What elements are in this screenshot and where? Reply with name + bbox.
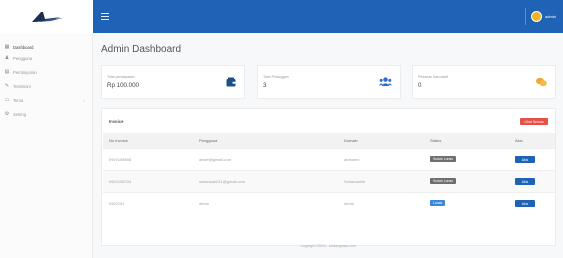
invoice-number: INV0158698 <box>109 157 132 162</box>
action-button[interactable]: Aksi <box>515 178 535 185</box>
table-header: No Invoice Pengguna Domain Status Aksi <box>103 133 555 148</box>
user-email: demo <box>199 201 210 206</box>
domain-name: demo <box>344 201 355 206</box>
payment-icon: ▤ <box>4 69 10 75</box>
stat-card-customers: Total Pelanggan 3 <box>257 65 401 99</box>
sidebar-item-pengguna[interactable]: ♟ Pengguna <box>4 54 89 62</box>
action-button[interactable]: Aksi <box>515 156 535 163</box>
avatar <box>531 11 542 22</box>
sidebar-item-pembayaran[interactable]: ▤ Pembayaran <box>4 68 89 76</box>
chevron-right-icon: › <box>83 97 85 103</box>
stat-card-orders: Pesanan baru/aktif 0 <box>412 65 556 99</box>
main-content: Admin Dashboard Total pendapatan Rp 100.… <box>93 33 563 258</box>
domain-name: Sultanzarhe <box>344 179 366 184</box>
table-row: INV0158703 sultanuari011@gmail.com Sulta… <box>103 170 555 192</box>
top-navbar: admin <box>0 0 563 33</box>
winged-logo-icon <box>32 12 63 22</box>
invoice-number: INV0158703 <box>109 179 132 184</box>
user-menu[interactable]: admin <box>531 10 556 23</box>
footer-copyright: Copyright ©2024 · Undanganku.com <box>300 244 356 248</box>
sidebar-item-tema[interactable]: ▭ Tema › <box>4 96 89 104</box>
sidebar: ▦ Dashboard ♟ Pengguna ▤ Pembayaran ✎ Te… <box>0 33 93 258</box>
page-title: Admin Dashboard <box>101 44 182 55</box>
stat-value: 3 <box>263 82 267 89</box>
stat-value: 0 <box>418 82 422 89</box>
stat-label: Total pendapatan <box>107 75 135 79</box>
invoice-number: INV0151 <box>109 201 125 206</box>
table-row: INV0158698 abizfr@gmail.com abelarmi Sud… <box>103 148 555 170</box>
sidebar-item-label: Pembayaran <box>13 69 37 75</box>
view-all-button[interactable]: Lihat Semua <box>520 118 548 125</box>
menu-toggle-icon[interactable] <box>101 13 109 21</box>
stat-card-revenue: Total pendapatan Rp 100.000 <box>101 65 245 99</box>
column-header: Aksi <box>515 138 523 143</box>
wallet-icon <box>226 77 236 87</box>
column-header: No Invoice <box>109 138 128 143</box>
theme-icon: ▭ <box>4 97 10 103</box>
user-name: admin <box>545 14 556 19</box>
status-badge: Lunas <box>430 200 446 206</box>
sidebar-item-label: Tema <box>13 97 24 103</box>
sidebar-item-label: Testimoni <box>13 83 31 89</box>
brand-logo-area[interactable] <box>0 0 93 33</box>
users-icon <box>379 77 392 86</box>
chat-icon <box>536 77 547 87</box>
table-row: INV0151 demo demo Lunas Aksi <box>103 192 555 214</box>
stat-label: Total Pelanggan <box>263 75 289 79</box>
user-email: abizfr@gmail.com <box>199 157 232 162</box>
sidebar-item-label: Dashboard <box>13 44 34 50</box>
column-header: Status <box>430 138 442 143</box>
stat-value: Rp 100.000 <box>107 82 139 89</box>
action-button[interactable]: Aksi <box>515 200 535 207</box>
dashboard-icon: ▦ <box>4 44 10 50</box>
column-header: Domain <box>344 138 358 143</box>
status-badge: Sudah Lunas <box>430 156 456 162</box>
invoice-panel: Invoice Lihat Semua No Invoice Pengguna … <box>101 108 556 246</box>
sidebar-item-label: Pengguna <box>13 55 33 61</box>
column-header: Pengguna <box>199 138 218 143</box>
sidebar-item-setting[interactable]: ⚙ Setting <box>4 110 89 118</box>
sidebar-item-dashboard[interactable]: ▦ Dashboard <box>4 43 89 51</box>
status-badge: Sudah Lunas <box>430 178 456 184</box>
user-icon: ♟ <box>4 55 10 61</box>
comment-icon: ✎ <box>4 83 10 89</box>
stat-label: Pesanan baru/aktif <box>418 75 448 79</box>
domain-name: abelarmi <box>344 157 360 162</box>
sidebar-item-testimoni[interactable]: ✎ Testimoni <box>4 82 89 90</box>
gear-icon: ⚙ <box>4 111 10 117</box>
panel-title: Invoice <box>109 119 124 124</box>
sidebar-item-label: Setting <box>13 111 27 117</box>
user-email: sultanuari011@gmail.com <box>199 179 246 184</box>
navbar-divider <box>525 8 526 25</box>
